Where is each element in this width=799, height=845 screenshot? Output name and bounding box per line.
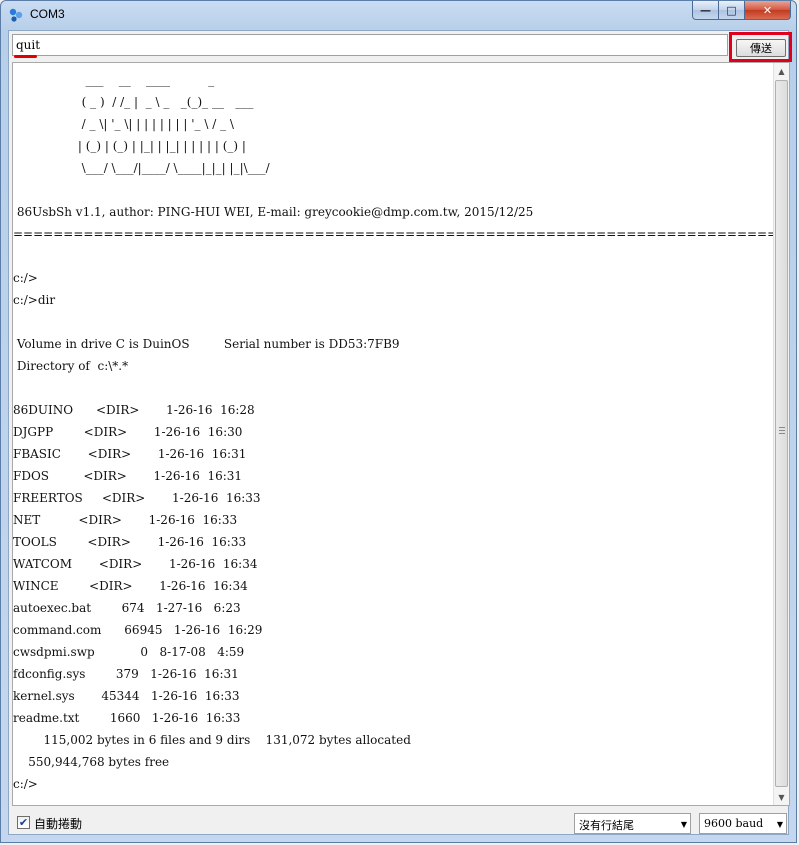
chevron-down-icon: ▼ (776, 820, 783, 829)
check-icon: ✔ (18, 816, 29, 829)
baud-rate-select[interactable]: 9600 baud ▼ (699, 813, 787, 834)
output-line: command.com 66945 1-26-16 16:29 (13, 623, 263, 637)
output-line: 86UsbSh v1.1, author: PING-HUI WEI, E-ma… (13, 205, 534, 219)
output-line: DJGPP <DIR> 1-26-16 16:30 (13, 425, 243, 439)
output-line: ========================================… (13, 227, 790, 241)
maximize-button[interactable]: □ (719, 1, 745, 20)
vertical-scrollbar[interactable]: ▲ ▼ (773, 63, 789, 805)
send-input[interactable] (12, 34, 728, 56)
output-line: readme.txt 1660 1-26-16 16:33 (13, 711, 241, 725)
grip-icon (779, 427, 785, 434)
output-line: 86DUINO <DIR> 1-26-16 16:28 (13, 403, 255, 417)
line-ending-select[interactable]: 沒有行結尾 ▼ (574, 813, 691, 834)
output-line: NET <DIR> 1-26-16 16:33 (13, 513, 238, 527)
maximize-icon: □ (726, 3, 737, 17)
line-ending-value: 沒有行結尾 (579, 819, 634, 832)
autoscroll-checkbox[interactable]: ✔ (17, 816, 30, 829)
output-line: c:/> (13, 271, 38, 285)
output-line: c:/>dir (13, 293, 56, 307)
output-line: 550,944,768 bytes free (13, 755, 170, 769)
scroll-up-icon[interactable]: ▲ (774, 63, 789, 79)
output-line: WATCOM <DIR> 1-26-16 16:34 (13, 557, 258, 571)
output-line: / _ \| '_ \| | | | | | | | '_ \ / _ \ (13, 117, 234, 131)
close-button[interactable]: ✕ (745, 1, 791, 20)
window-title: COM3 (30, 7, 65, 21)
output-line: | (_) | (_) | |_| | |_| | | | | | (_) | (13, 139, 246, 153)
output-line: \___/ \___/|____/ \____|_|_| |_|\___/ (13, 161, 270, 175)
status-bar: ✔ 自動捲動 沒有行結尾 ▼ 9600 baud ▼ (12, 810, 787, 836)
scroll-thumb[interactable] (775, 80, 788, 787)
scroll-down-icon[interactable]: ▼ (774, 789, 789, 805)
output-line: FREERTOS <DIR> 1-26-16 16:33 (13, 491, 261, 505)
output-line: autoexec.bat 674 1-27-16 6:23 (13, 601, 241, 615)
client-area: 傳送 ___ __ ____ _ ( _ ) / /_ | _ \ _ _(_)… (8, 30, 792, 836)
title-bar[interactable]: COM3 — □ ✕ (1, 1, 796, 29)
chevron-down-icon: ▼ (680, 820, 687, 829)
send-button-highlight: 傳送 (729, 32, 792, 62)
output-line: WINCE <DIR> 1-26-16 16:34 (13, 579, 248, 593)
output-line: 115,002 bytes in 6 files and 9 dirs 131,… (13, 733, 411, 747)
baud-rate-value: 9600 baud (704, 817, 764, 830)
output-line: Volume in drive C is DuinOS Serial numbe… (13, 337, 400, 351)
output-line: Directory of c:\*.* (13, 359, 129, 373)
output-line: ( _ ) / /_ | _ \ _ _(_)_ __ ___ (13, 95, 254, 109)
output-line: c:/> (13, 777, 38, 791)
serial-output-area[interactable]: ___ __ ____ _ ( _ ) / /_ | _ \ _ _(_)_ _… (12, 62, 790, 806)
input-highlight-underline (14, 55, 37, 58)
autoscroll-label: 自動捲動 (34, 817, 83, 831)
caption-buttons: — □ ✕ (692, 1, 791, 21)
send-button[interactable]: 傳送 (736, 39, 786, 57)
output-line: kernel.sys 45344 1-26-16 16:33 (13, 689, 240, 703)
minimize-icon: — (700, 3, 711, 17)
output-line: TOOLS <DIR> 1-26-16 16:33 (13, 535, 247, 549)
output-text: ___ __ ____ _ ( _ ) / /_ | _ \ _ _(_)_ _… (13, 69, 790, 795)
output-line: cwsdpmi.swp 0 8-17-08 4:59 (13, 645, 245, 659)
output-line: FDOS <DIR> 1-26-16 16:31 (13, 469, 243, 483)
output-line: FBASIC <DIR> 1-26-16 16:31 (13, 447, 247, 461)
minimize-button[interactable]: — (692, 1, 719, 20)
app-icon (9, 8, 23, 22)
output-line: ___ __ ____ _ (13, 73, 215, 87)
output-line: fdconfig.sys 379 1-26-16 16:31 (13, 667, 239, 681)
serial-monitor-window: COM3 — □ ✕ 傳送 ___ __ ____ _ (0, 0, 797, 843)
close-icon: ✕ (762, 3, 773, 17)
